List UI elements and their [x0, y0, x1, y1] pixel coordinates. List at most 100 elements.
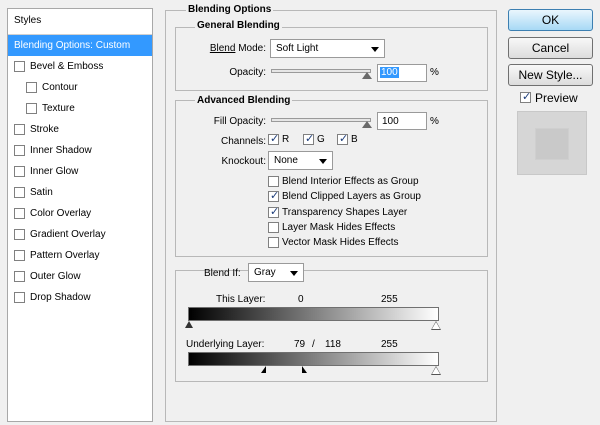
channel-b-label: B	[351, 134, 358, 145]
blend-mode-label: Blend Mode:	[209, 43, 266, 54]
style-item-label: Inner Glow	[30, 166, 79, 177]
satin-checkbox[interactable]	[14, 187, 25, 198]
layer-mask-hides-label: Layer Mask Hides Effects	[282, 222, 396, 233]
style-item-bevel-emboss[interactable]: Bevel & Emboss	[8, 56, 152, 77]
stroke-checkbox[interactable]	[14, 124, 25, 135]
cancel-button[interactable]: Cancel	[508, 37, 593, 59]
pattern-overlay-checkbox[interactable]	[14, 250, 25, 261]
this-layer-high-value: 255	[381, 294, 398, 305]
underlying-layer-high-value: 255	[381, 339, 398, 350]
transparency-shapes-checkbox[interactable]	[268, 205, 279, 218]
blend-mode-value: Soft Light	[276, 43, 319, 54]
new-style-button[interactable]: New Style...	[508, 64, 593, 86]
underlying-white-slider[interactable]	[431, 366, 441, 375]
knockout-label: Knockout:	[221, 156, 266, 167]
general-blending-title: General Blending	[195, 20, 282, 31]
fill-opacity-unit: %	[430, 116, 439, 127]
contour-checkbox[interactable]	[26, 82, 37, 93]
style-item-inner-shadow[interactable]: Inner Shadow	[8, 140, 152, 161]
style-item-outer-glow[interactable]: Outer Glow	[8, 266, 152, 287]
style-item-label: Texture	[42, 103, 75, 114]
style-item-satin[interactable]: Satin	[8, 182, 152, 203]
style-item-stroke[interactable]: Stroke	[8, 119, 152, 140]
texture-checkbox[interactable]	[26, 103, 37, 114]
opacity-slider-thumb[interactable]	[362, 72, 372, 79]
drop-shadow-checkbox[interactable]	[14, 292, 25, 303]
underlying-black-slider-left-half[interactable]	[261, 366, 266, 373]
style-item-contour[interactable]: Contour	[8, 77, 152, 98]
style-item-color-overlay[interactable]: Color Overlay	[8, 203, 152, 224]
this-layer-white-slider[interactable]	[431, 321, 441, 330]
fill-opacity-label: Fill Opacity:	[213, 116, 266, 127]
style-item-label: Outer Glow	[30, 271, 81, 282]
underlying-layer-low-value: 79	[294, 339, 306, 350]
inner-glow-checkbox[interactable]	[14, 166, 25, 177]
style-item-inner-glow[interactable]: Inner Glow	[8, 161, 152, 182]
layer-mask-hides-checkbox[interactable]	[268, 222, 279, 233]
styles-list: Styles Blending Options: Custom Bevel & …	[7, 8, 153, 422]
underlying-layer-gradient	[188, 352, 439, 366]
style-item-gradient-overlay[interactable]: Gradient Overlay	[8, 224, 152, 245]
this-layer-black-slider[interactable]	[185, 321, 193, 328]
style-item-label: Bevel & Emboss	[30, 61, 104, 72]
chevron-down-icon	[371, 47, 379, 52]
vector-mask-hides-checkbox[interactable]	[268, 237, 279, 248]
styles-header[interactable]: Styles	[8, 9, 152, 35]
chevron-down-icon	[319, 159, 327, 164]
fill-opacity-field[interactable]: 100	[377, 112, 427, 130]
blend-clipped-layers-checkbox[interactable]	[268, 189, 279, 202]
underlying-layer-low2-value: 118	[325, 339, 341, 350]
fill-opacity-slider[interactable]	[271, 118, 371, 122]
color-overlay-checkbox[interactable]	[14, 208, 25, 219]
blend-clipped-layers-label: Blend Clipped Layers as Group	[282, 191, 421, 202]
channel-g-label: G	[317, 134, 325, 145]
this-layer-low-value: 0	[298, 294, 304, 305]
style-item-label: Pattern Overlay	[30, 250, 100, 261]
style-preview-inner-square	[535, 128, 569, 160]
outer-glow-checkbox[interactable]	[14, 271, 25, 282]
style-item-label: Drop Shadow	[30, 292, 91, 303]
knockout-dropdown[interactable]: None	[268, 151, 333, 170]
opacity-slider[interactable]	[271, 69, 371, 73]
blend-interior-effects-checkbox[interactable]	[268, 176, 279, 187]
underlying-layer-separator: /	[312, 339, 315, 350]
channel-r-label: R	[282, 134, 290, 145]
fill-opacity-value: 100	[382, 116, 399, 127]
opacity-field[interactable]: 100	[377, 64, 427, 82]
opacity-unit: %	[430, 67, 439, 78]
knockout-value: None	[274, 155, 298, 166]
chevron-down-icon	[290, 271, 298, 276]
style-item-label: Stroke	[30, 124, 59, 135]
channel-b-checkbox[interactable]	[337, 132, 348, 145]
blend-interior-effects-label: Blend Interior Effects as Group	[282, 176, 419, 187]
transparency-shapes-label: Transparency Shapes Layer	[282, 207, 408, 218]
this-layer-label: This Layer:	[216, 294, 266, 305]
preview-checkbox[interactable]	[520, 90, 531, 103]
ok-button[interactable]: OK	[508, 9, 593, 31]
styles-header-label: Styles	[14, 15, 42, 26]
gradient-overlay-checkbox[interactable]	[14, 229, 25, 240]
style-item-blending-options[interactable]: Blending Options: Custom	[8, 35, 152, 56]
underlying-black-slider-right-half[interactable]	[302, 366, 307, 373]
inner-shadow-checkbox[interactable]	[14, 145, 25, 156]
preview-label: Preview	[535, 91, 578, 105]
channel-r-checkbox[interactable]	[268, 132, 279, 145]
style-item-label: Contour	[42, 82, 78, 93]
style-item-label: Inner Shadow	[30, 145, 92, 156]
bevel-emboss-checkbox[interactable]	[14, 61, 25, 72]
style-item-drop-shadow[interactable]: Drop Shadow	[8, 287, 152, 308]
blend-if-dropdown[interactable]: Gray	[248, 263, 304, 282]
channel-g-checkbox[interactable]	[303, 132, 314, 145]
style-item-label: Blending Options: Custom	[14, 40, 131, 51]
style-item-pattern-overlay[interactable]: Pattern Overlay	[8, 245, 152, 266]
opacity-value: 100	[380, 67, 399, 78]
underlying-layer-label: Underlying Layer:	[186, 339, 265, 350]
vector-mask-hides-label: Vector Mask Hides Effects	[282, 237, 399, 248]
blend-mode-dropdown[interactable]: Soft Light	[270, 39, 385, 58]
style-item-texture[interactable]: Texture	[8, 98, 152, 119]
this-layer-gradient	[188, 307, 439, 321]
fill-opacity-slider-thumb[interactable]	[362, 121, 372, 128]
advanced-blending-title: Advanced Blending	[195, 95, 293, 106]
style-item-label: Color Overlay	[30, 208, 92, 219]
channels-label: Channels:	[220, 136, 266, 147]
